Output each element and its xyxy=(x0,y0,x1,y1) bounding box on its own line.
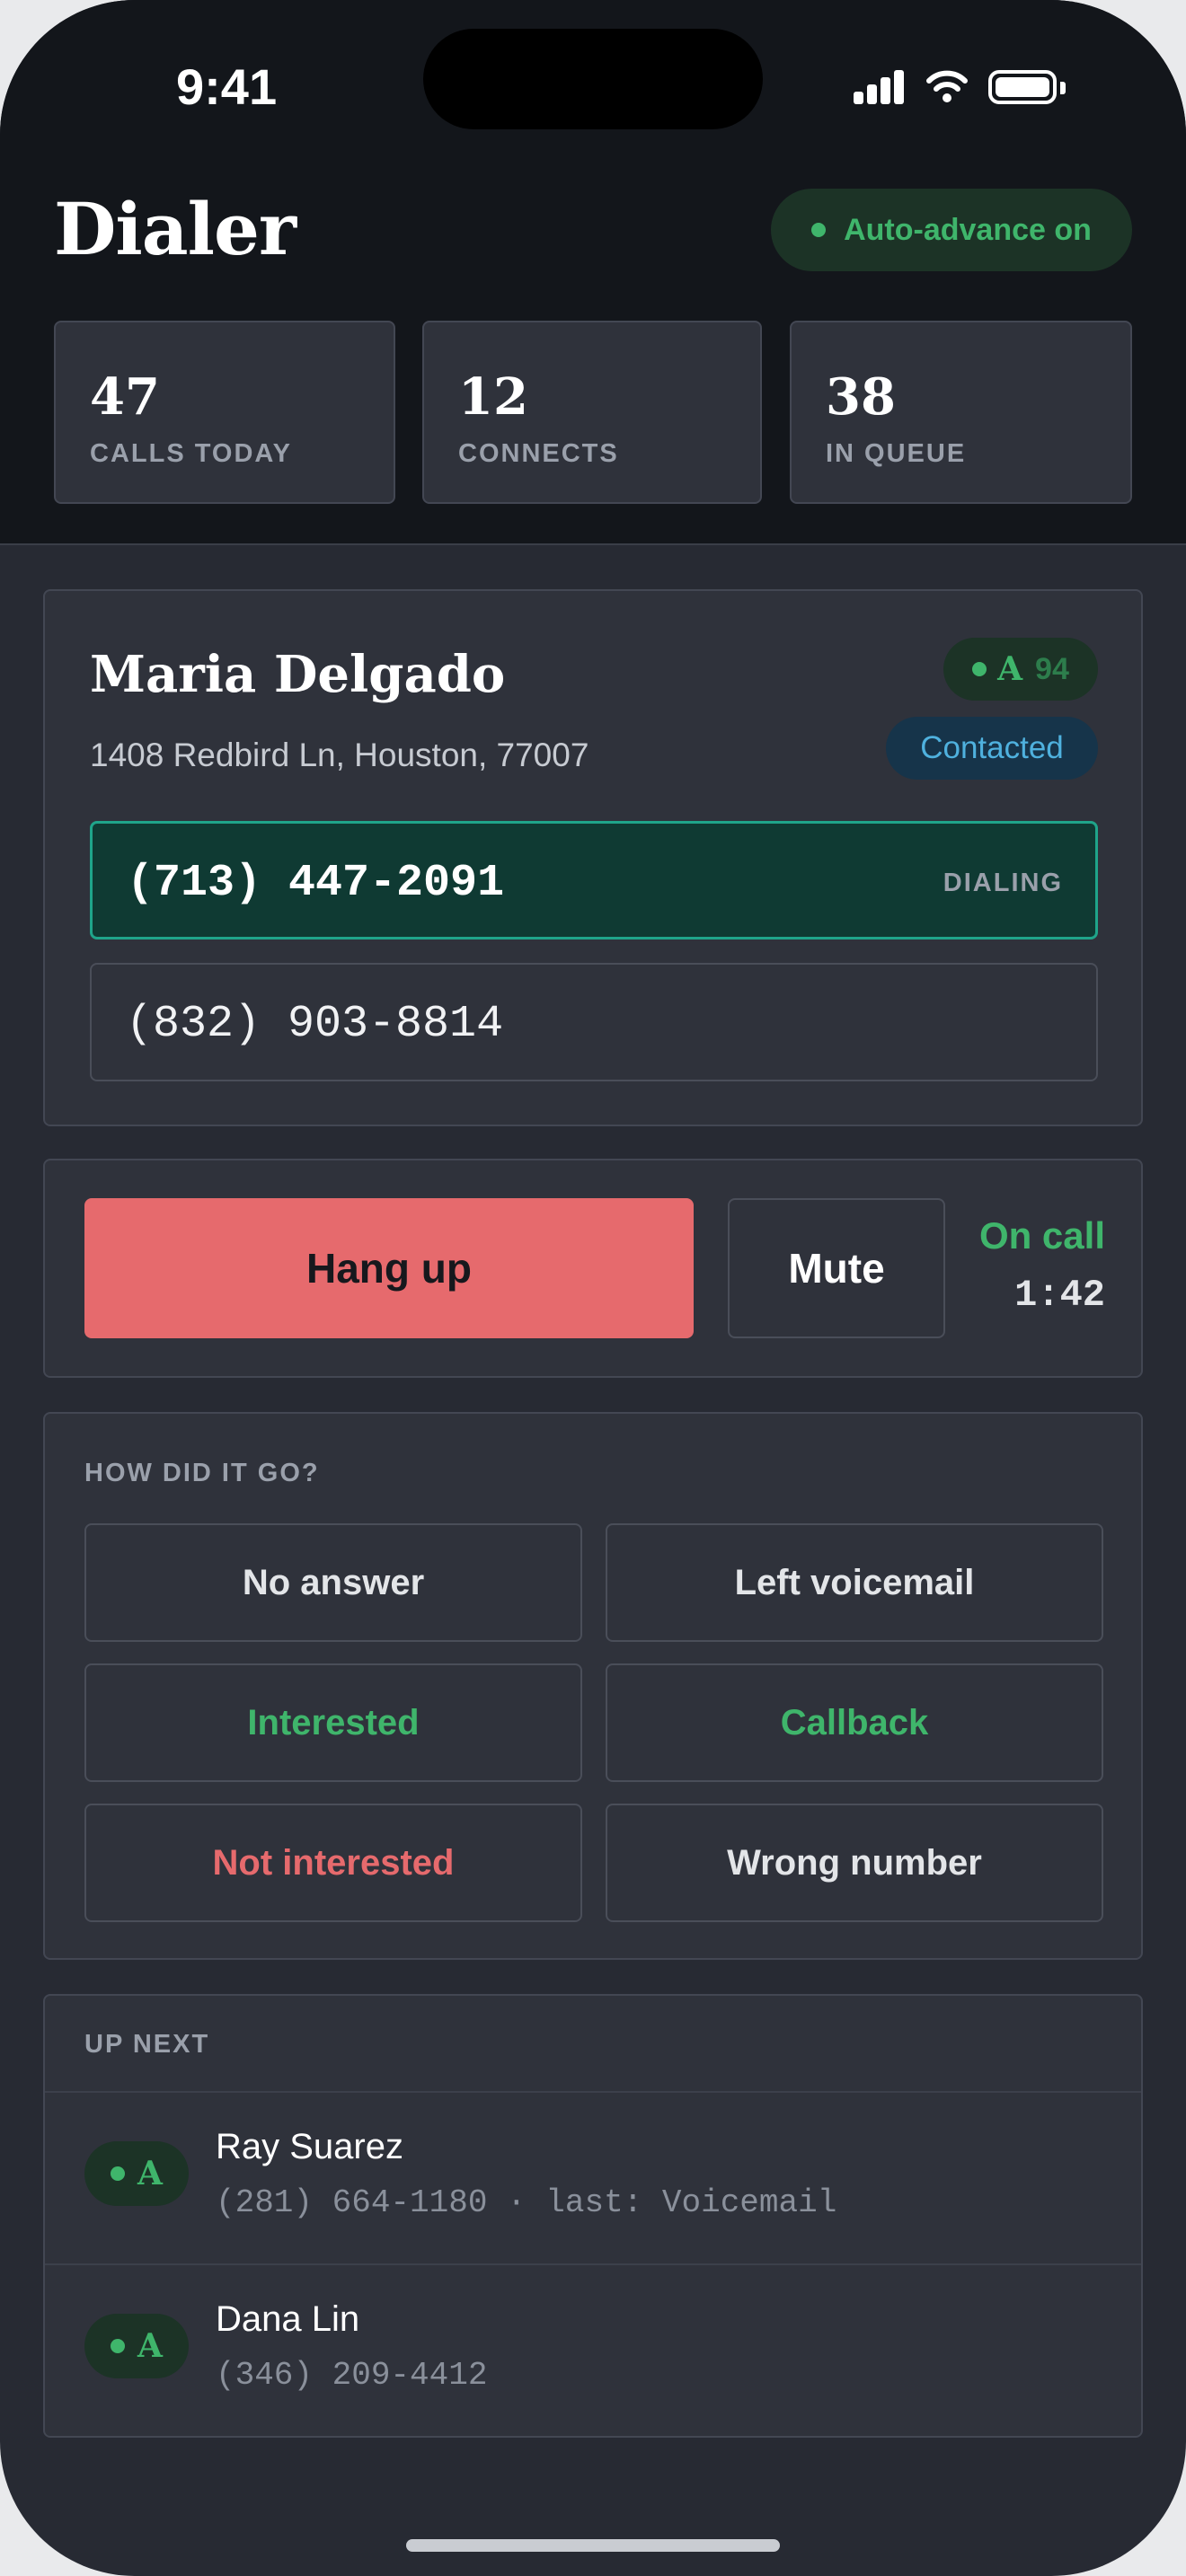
status-dot-icon xyxy=(111,2166,126,2181)
outcome-no-answer-button[interactable]: No answer xyxy=(84,1523,582,1642)
queue-grade-badge: A xyxy=(84,2314,189,2378)
stat-connects: 12 CONNECTS xyxy=(422,321,762,504)
signal-icon xyxy=(854,68,904,104)
page-title: Dialer xyxy=(54,187,296,271)
stat-label: CONNECTS xyxy=(458,439,619,468)
hang-up-button[interactable]: Hang up xyxy=(84,1198,694,1338)
stat-value: 38 xyxy=(826,367,896,427)
stat-in-queue: 38 IN QUEUE xyxy=(790,321,1132,504)
up-next-label: UP NEXT xyxy=(84,2030,210,2059)
stat-label: CALLS TODAY xyxy=(90,439,293,468)
phone-number-primary[interactable]: (713) 447-2091 DIALING xyxy=(90,821,1098,940)
lead-grade-badge: A 94 xyxy=(943,638,1098,701)
phone-screen: 9:41 Dialer Auto-advance on 47 CALLS TOD… xyxy=(0,0,1186,2576)
grade-score: 94 xyxy=(1035,651,1069,686)
queue-item-name: Dana Lin xyxy=(216,2299,360,2339)
call-status: On call xyxy=(978,1214,1105,1257)
call-timer: 1:42 xyxy=(1014,1274,1105,1317)
stat-label: IN QUEUE xyxy=(826,439,967,468)
dynamic-island xyxy=(423,29,763,129)
queue-item-name: Ray Suarez xyxy=(216,2127,403,2166)
grade-letter: A xyxy=(137,2327,163,2365)
outcome-label: HOW DID IT GO? xyxy=(84,1459,320,1487)
outcome-not-interested-button[interactable]: Not interested xyxy=(84,1804,582,1922)
queue-item-detail: (346) 209-4412 xyxy=(216,2357,488,2394)
lead-card: Maria Delgado 1408 Redbird Ln, Houston, … xyxy=(43,589,1143,1126)
lead-name: Maria Delgado xyxy=(90,645,506,704)
outcome-card: HOW DID IT GO? No answer Left voicemail … xyxy=(43,1412,1143,1960)
stat-value: 12 xyxy=(458,367,528,427)
phone-number: (832) 903-8814 xyxy=(126,999,504,1050)
grade-letter: A xyxy=(137,2155,163,2192)
dialing-tag: DIALING xyxy=(943,869,1063,897)
call-controls-card: Hang up Mute On call 1:42 xyxy=(43,1159,1143,1378)
wifi-icon xyxy=(926,70,968,102)
queue-grade-badge: A xyxy=(84,2141,189,2206)
stat-value: 47 xyxy=(90,367,160,427)
phone-number-secondary[interactable]: (832) 903-8814 xyxy=(90,963,1098,1081)
status-bar: 9:41 xyxy=(0,0,1186,153)
battery-tip xyxy=(1060,82,1066,94)
status-badge: Contacted xyxy=(886,717,1098,780)
outcome-left-voicemail-button[interactable]: Left voicemail xyxy=(606,1523,1103,1642)
up-next-card: UP NEXT A Ray Suarez (281) 664-1180 · la… xyxy=(43,1994,1143,2438)
status-dot-icon xyxy=(972,662,987,676)
phone-number: (713) 447-2091 xyxy=(127,858,505,909)
queue-item-detail: (281) 664-1180 · last: Voicemail xyxy=(216,2184,837,2221)
grade-letter: A xyxy=(997,650,1023,688)
outcome-interested-button[interactable]: Interested xyxy=(84,1663,582,1782)
home-indicator[interactable] xyxy=(406,2539,780,2552)
lead-address: 1408 Redbird Ln, Houston, 77007 xyxy=(90,737,589,773)
outcome-wrong-number-button[interactable]: Wrong number xyxy=(606,1804,1103,1922)
mute-button[interactable]: Mute xyxy=(728,1198,945,1338)
battery-icon xyxy=(988,70,1057,104)
status-time: 9:41 xyxy=(176,58,278,115)
auto-advance-toggle[interactable]: Auto-advance on xyxy=(771,189,1132,271)
outcome-callback-button[interactable]: Callback xyxy=(606,1663,1103,1782)
status-dot-icon xyxy=(811,223,827,237)
status-dot-icon xyxy=(111,2339,126,2353)
queue-item[interactable]: A Ray Suarez (281) 664-1180 · last: Voic… xyxy=(45,2091,1141,2263)
stat-calls-today: 47 CALLS TODAY xyxy=(54,321,395,504)
auto-advance-label: Auto-advance on xyxy=(844,212,1092,247)
queue-item[interactable]: A Dana Lin (346) 209-4412 xyxy=(45,2263,1141,2436)
